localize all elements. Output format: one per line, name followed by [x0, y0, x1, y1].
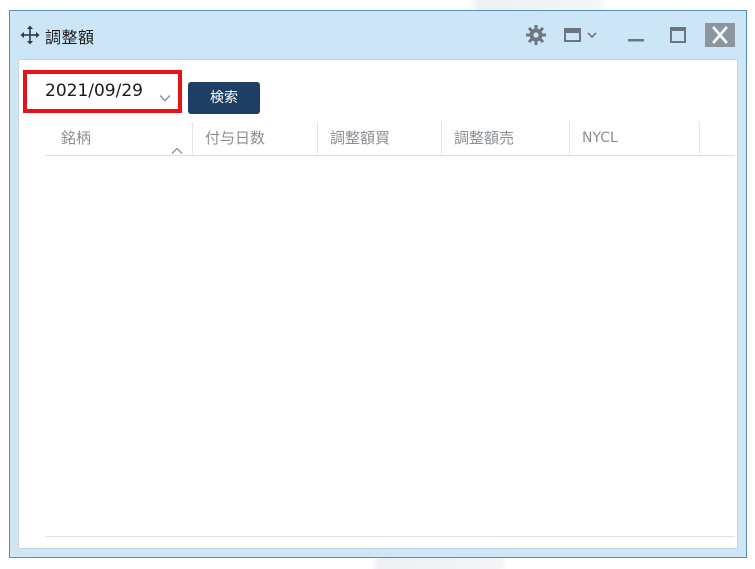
table-header: 銘柄 付与日数 調整額買 調整額売 NYCL: [45, 122, 735, 156]
maximize-icon: [670, 27, 686, 43]
column-header-nycl[interactable]: NYCL: [570, 122, 700, 155]
minimize-icon: [628, 39, 644, 42]
window-title: 調整額: [45, 28, 95, 47]
gear-icon[interactable]: [524, 23, 548, 47]
close-button[interactable]: [705, 23, 735, 47]
minimize-button[interactable]: [621, 23, 651, 47]
date-select[interactable]: 2021/09/29: [23, 70, 182, 113]
title-bar[interactable]: 調整額: [10, 11, 746, 59]
table-body: [45, 156, 735, 536]
search-button[interactable]: 検索: [188, 82, 260, 114]
column-header-adjust-sell[interactable]: 調整額売: [442, 122, 570, 155]
column-header-symbol[interactable]: 銘柄: [45, 122, 193, 155]
window-layout-button[interactable]: [562, 23, 606, 47]
column-label: 銘柄: [61, 129, 92, 147]
adjustment-window: 調整額 2021/09/29 検索 銘柄 付与日数 調整額買 調整額売 NYCL: [9, 10, 747, 558]
date-value: 2021/09/29: [45, 81, 143, 101]
chevron-down-icon: [159, 87, 171, 106]
column-header-days[interactable]: 付与日数: [193, 122, 318, 155]
column-header-spacer: [700, 122, 735, 155]
move-icon[interactable]: [20, 25, 40, 45]
maximize-button[interactable]: [664, 23, 692, 47]
column-header-adjust-buy[interactable]: 調整額買: [318, 122, 442, 155]
table-footer-divider: [45, 536, 735, 537]
close-icon: [712, 26, 728, 44]
content-panel: 2021/09/29 検索 銘柄 付与日数 調整額買 調整額売 NYCL: [18, 59, 738, 549]
